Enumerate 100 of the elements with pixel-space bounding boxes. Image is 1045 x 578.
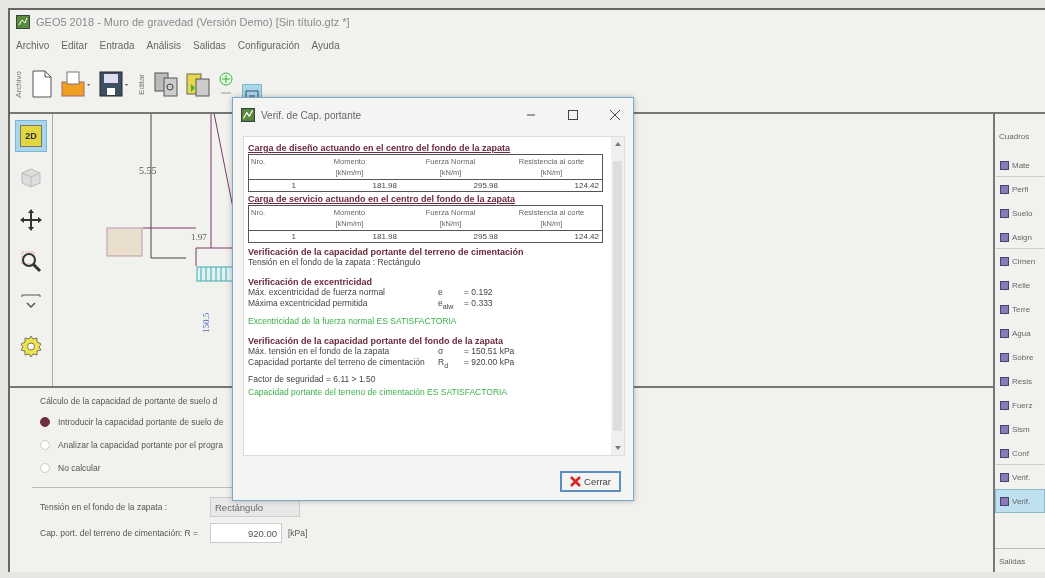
item-icon [1000,400,1009,410]
table-cell-text: 181.98 [371,231,398,242]
table-cell-text: 181.98 [371,180,398,191]
panel-item[interactable]: Fuerz [995,393,1045,417]
item-icon [1000,280,1009,290]
panel-item[interactable]: Relle [995,273,1045,297]
table-cell-text: 124.42 [573,231,600,242]
field-label: Cap. port. del terreno de cimentación: R = [40,528,200,538]
panel-item[interactable]: Sobre [995,345,1045,369]
section-heading: Verificación de la capacidad portante del terreno de cimentación [248,247,525,257]
close-dialog-button[interactable]: Cerrar [560,471,621,492]
dimension-label: 1.97 [191,232,207,242]
app-icon [241,108,255,122]
item-icon [1000,160,1009,170]
result-symbol: σ [438,345,445,357]
close-icon [570,476,582,487]
panel-item[interactable]: Terre [995,297,1045,321]
table-title: Carga de diseño actuando en el centro del fondo de la zapata [248,143,512,153]
field-label: Tensión en el fondo de la zapata : [40,502,169,512]
item-icon [1000,352,1009,362]
item-icon [1000,184,1009,194]
panel-item[interactable]: Suelo [995,201,1045,225]
item-icon [1000,328,1009,338]
save-floppy-icon[interactable] [99,70,129,98]
radio-button[interactable] [40,416,50,427]
radio-label: Analizar la capacidad portante por el progra [58,439,223,450]
item-icon [1000,448,1009,458]
paste-pages-icon[interactable] [186,70,210,98]
cube-icon [20,167,42,189]
panel-item[interactable]: Resis [995,369,1045,393]
menu-item[interactable]: Salidas [193,39,226,51]
panel-item[interactable]: Agua [995,321,1045,345]
menu-item[interactable]: Análisis [146,39,181,51]
panel-footer: Salidas [995,548,1045,572]
menu-item[interactable]: Editar [61,39,88,51]
window-title: GEO5 2018 - Muro de gravedad (Versión Demo) [Sin título.gtz *] [36,16,350,28]
result-symbol: e$_{alw}$ [438,298,455,313]
toolbar-group-label: Editar [137,73,146,95]
toolbar-group-label: Archivo [14,70,23,98]
item-icon [1000,376,1009,386]
result-symbol: R$_{d}$ [438,356,450,372]
panel-item[interactable]: Verif. [995,465,1045,489]
section-heading: Verificación de excentricidad [248,277,374,287]
menu-item[interactable]: Entrada [99,39,135,51]
result-label: Máx. tensión en el fondo de la zapata [248,345,390,357]
result-text: Tensión en el fondo de la zapata : Rectángulo [248,257,422,267]
panel-item[interactable]: Conf [995,441,1045,465]
soil-hatch [196,266,234,282]
close-icon [609,109,621,121]
scroll-up-icon [613,141,622,147]
result-value: = 150.51 kPa [464,345,515,357]
panel-item[interactable]: Cimen [995,249,1045,273]
panel-item[interactable]: Mate [995,153,1045,177]
result-value: = 920.00 kPa [464,356,515,369]
panel-item[interactable]: Perfi [995,177,1045,201]
radio-label: Introducir la capacidad portante de suelo de [58,416,224,427]
stress-label: 150.5 [201,312,211,333]
table-cell-text: 1 [290,231,297,242]
unit-label: [kPa] [288,528,308,538]
app-icon [16,15,30,29]
status-text: Capacidad portante del terreno de cimentación ES SATISFACTORIA [248,387,509,398]
item-icon [1000,472,1009,482]
table-cell-text: 1 [290,180,297,191]
new-document-icon[interactable] [31,70,53,98]
maximize-icon [567,109,579,121]
item-icon [1000,208,1009,218]
dialog-title: Verif. de Cap. portante [261,109,363,121]
table-title: Carga de servicio actuando en el centro del fondo de la zapata [248,194,517,204]
result-text: Factor de seguridad = 6.11 > 1.50 [248,374,377,385]
table-cell-text: 124.42 [573,180,600,191]
panel-item[interactable]: Sism [995,417,1045,441]
item-icon [1000,304,1009,314]
move-arrows-icon [20,209,42,231]
result-label: Máxima excentricidad permitida [248,298,369,310]
open-folder-icon[interactable] [61,70,91,98]
search-icon [20,251,42,273]
panel-item[interactable]: Asign [995,225,1045,249]
menu-item[interactable]: Configuración [237,39,300,51]
settings-icon [20,335,42,357]
menu-item[interactable]: Ayuda [311,39,340,51]
copy-pages-icon[interactable] [154,70,178,98]
radio-label: No calcular [58,462,101,473]
item-icon [1000,256,1009,266]
block-shape [106,227,143,257]
scrollbar[interactable] [611,137,624,455]
scroll-down-icon [613,445,622,451]
table-cell-text: 295.98 [472,180,499,191]
zoom-plus-icon[interactable] [218,71,234,97]
menu-item[interactable]: Archivo [16,39,50,51]
panel-item[interactable]: Verif. [995,489,1045,513]
result-label: Capacidad portante del terreno de cimentación [248,356,426,369]
status-text: Excentricidad de la fuerza normal ES SATISFACTORIA [248,315,458,326]
item-icon [1000,496,1009,506]
result-label: Máx. excentricidad de fuerza normal [248,287,386,298]
result-value: = 0.333 [464,298,493,310]
group-title: Cálculo de la capacidad de portante de suelo d [40,396,219,408]
section-heading: Verificación de la capacidad portante del fondo de la zapata [248,335,505,346]
capacity-input[interactable]: 920.00 [210,523,282,543]
result-value: = 0.192 [464,287,493,298]
2d-view-button[interactable]: 2D [15,120,47,152]
